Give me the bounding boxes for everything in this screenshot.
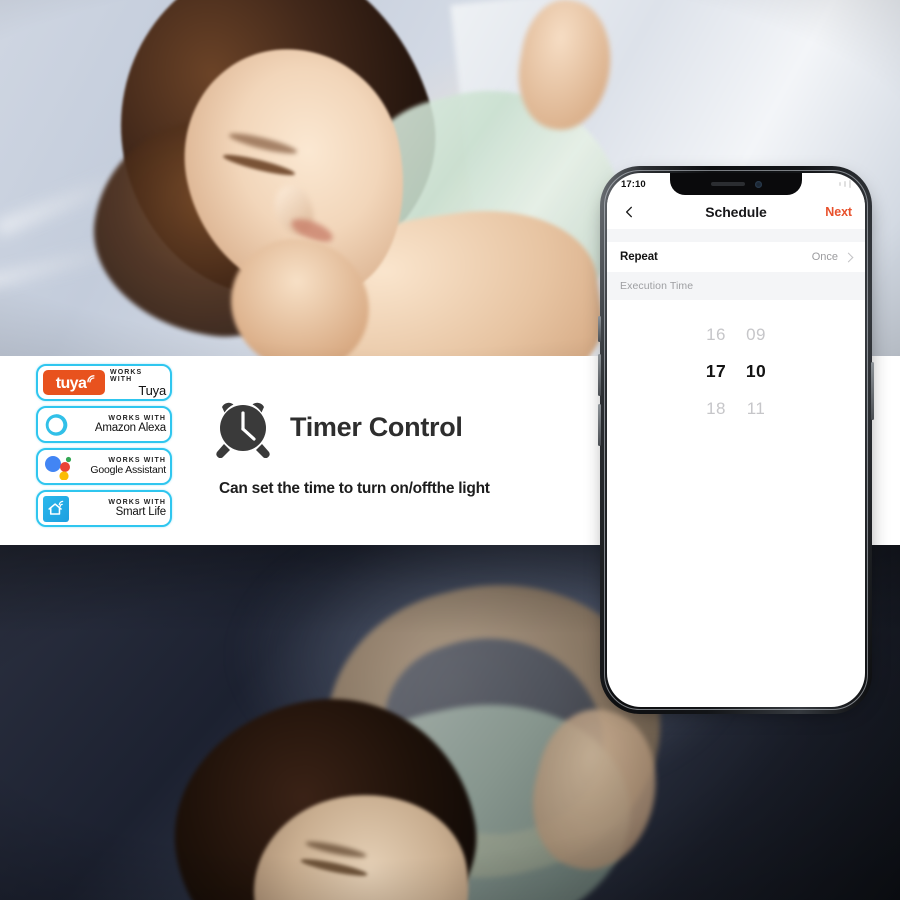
badge-works-with-label: WORKS WITH bbox=[108, 414, 166, 422]
badge-works-with-label: WORKS WITH bbox=[110, 368, 143, 383]
status-bar-indicators bbox=[839, 180, 851, 188]
badge-tuya[interactable]: tuya WORKS WITH Tuya bbox=[36, 364, 172, 401]
phone-screen: 17:10 Schedule Next Repeat Once Executio… bbox=[607, 173, 865, 707]
badge-google-assistant[interactable]: WORKS WITH Google Assistant bbox=[36, 448, 172, 485]
phone-mockup: 17:10 Schedule Next Repeat Once Executio… bbox=[598, 166, 874, 714]
compatibility-badge-list: tuya WORKS WITH Tuya WORKS WITH Amazon A… bbox=[36, 364, 172, 527]
repeat-row-value-wrap: Once bbox=[811, 251, 854, 263]
next-button[interactable]: Next bbox=[825, 205, 852, 219]
phone-power-button[interactable] bbox=[871, 362, 874, 420]
phone-frame: 17:10 Schedule Next Repeat Once Executio… bbox=[600, 166, 872, 714]
feature-block: Timer Control Can set the time to turn o… bbox=[212, 396, 592, 498]
badge-brand-label: Google Assistant bbox=[90, 464, 166, 477]
front-camera-icon bbox=[754, 180, 762, 188]
time-picker-minute: 11 bbox=[746, 398, 766, 418]
badge-brand-label: Tuya bbox=[138, 382, 166, 398]
badge-text-tuya: WORKS WITH Tuya bbox=[110, 369, 166, 397]
phone-silent-switch[interactable] bbox=[598, 316, 601, 342]
signal-bar-icon bbox=[844, 181, 846, 187]
badge-text-amazon-alexa: WORKS WITH Amazon Alexa bbox=[74, 415, 166, 435]
nav-separator-strip bbox=[607, 229, 865, 242]
signal-bar-icon bbox=[849, 180, 851, 188]
phone-volume-up-button[interactable] bbox=[598, 354, 601, 396]
badge-brand-label: Amazon Alexa bbox=[94, 421, 166, 434]
feature-title: Timer Control bbox=[290, 411, 463, 442]
wifi-arc-icon bbox=[87, 375, 95, 383]
badge-amazon-alexa[interactable]: WORKS WITH Amazon Alexa bbox=[36, 406, 172, 443]
product-infographic-page: tuya WORKS WITH Tuya WORKS WITH Amazon A… bbox=[0, 0, 900, 900]
phone-notch bbox=[670, 173, 802, 195]
status-bar-time: 17:10 bbox=[621, 178, 646, 190]
badge-smart-life[interactable]: WORKS WITH Smart Life bbox=[36, 490, 172, 527]
smart-life-house-icon bbox=[43, 495, 69, 522]
badge-works-with-label: WORKS WITH bbox=[108, 498, 166, 506]
time-picker-row-selected[interactable]: 17 10 bbox=[607, 353, 865, 390]
time-picker-hour-selected: 17 bbox=[705, 361, 727, 381]
google-assistant-dots-icon bbox=[43, 454, 73, 480]
time-picker-minute-selected: 10 bbox=[745, 361, 767, 381]
time-picker-minute: 09 bbox=[746, 324, 766, 344]
feature-subtitle: Can set the time to turn on/offthe light bbox=[219, 480, 490, 497]
badge-works-with-label: WORKS WITH bbox=[108, 457, 166, 465]
feature-heading-row: Timer Control bbox=[212, 396, 592, 458]
execution-time-section-header: Execution Time bbox=[607, 272, 865, 300]
back-button[interactable] bbox=[620, 203, 638, 221]
badge-brand-label: Smart Life bbox=[115, 505, 167, 518]
signal-bar-icon bbox=[839, 182, 841, 186]
repeat-row-value: Once bbox=[811, 251, 838, 263]
alarm-clock-icon bbox=[216, 402, 270, 458]
repeat-row-label: Repeat bbox=[620, 251, 658, 263]
badge-text-google-assistant: WORKS WITH Google Assistant bbox=[78, 457, 166, 476]
chevron-right-icon bbox=[843, 252, 854, 262]
tuya-logo-icon: tuya bbox=[43, 370, 105, 395]
time-picker-row[interactable]: 16 09 bbox=[607, 316, 865, 353]
phone-volume-down-button[interactable] bbox=[598, 404, 601, 446]
app-navigation-bar: Schedule Next bbox=[607, 195, 865, 229]
earpiece-speaker-icon bbox=[710, 182, 745, 186]
repeat-row[interactable]: Repeat Once bbox=[607, 242, 865, 272]
time-picker[interactable]: 16 09 17 10 18 11 bbox=[607, 300, 865, 449]
badge-text-smart-life: WORKS WITH Smart Life bbox=[74, 499, 166, 519]
alexa-ring-icon bbox=[43, 412, 69, 438]
chevron-left-icon bbox=[626, 206, 632, 218]
time-picker-hour: 18 bbox=[706, 398, 726, 418]
time-picker-row[interactable]: 18 11 bbox=[607, 390, 865, 427]
time-picker-hour: 16 bbox=[706, 324, 726, 344]
